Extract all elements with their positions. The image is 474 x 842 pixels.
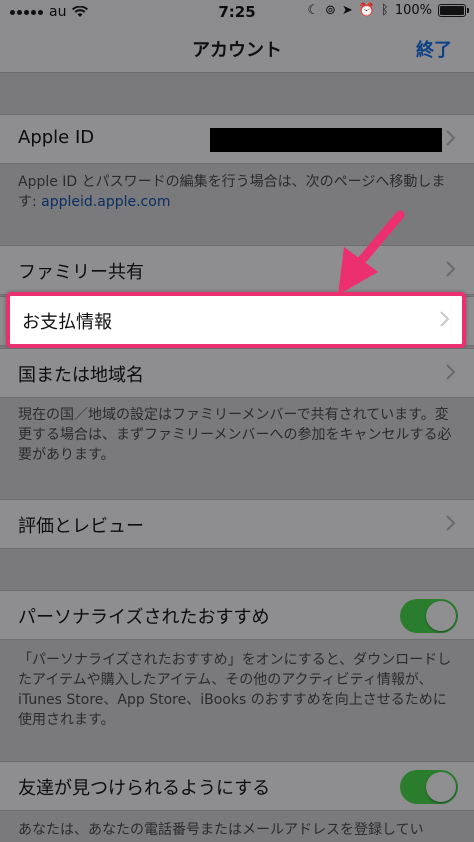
family-sharing-row[interactable]: ファミリー共有 <box>0 245 474 295</box>
navigation-bar: アカウント 終了 <box>0 24 474 73</box>
orientation-lock-icon: ⊚ <box>325 3 336 18</box>
country-footnote: 現在の国／地域の設定はファミリーメンバーで共有されています。変更する場合は、まず… <box>18 407 452 463</box>
ratings-reviews-label: 評価とレビュー <box>18 516 144 537</box>
discoverable-label: 友達が見つけられるようにする <box>18 778 271 799</box>
battery-percent: 100% <box>394 3 432 18</box>
chevron-right-icon <box>446 515 456 531</box>
country-region-row[interactable]: 国または地域名 <box>0 348 474 398</box>
status-bar: au 7:25 ☾ ⊚ ➤ ⏰ ᛒ 100% <box>0 0 474 24</box>
status-right: ☾ ⊚ ➤ ⏰ ᛒ 100% <box>307 3 469 18</box>
discoverable-row: 友達が見つけられるようにする <box>0 761 474 811</box>
personalized-recommendations-toggle[interactable] <box>400 599 458 633</box>
bluetooth-icon: ᛒ <box>381 3 389 18</box>
payment-info-row[interactable]: お支払情報 <box>6 292 466 348</box>
chevron-right-icon <box>446 130 456 146</box>
location-icon: ➤ <box>341 3 353 18</box>
page-title: アカウント <box>192 40 282 61</box>
payment-info-label: お支払情報 <box>22 312 112 333</box>
discoverable-footnote: あなたは、あなたの電話番号またはメールアドレスを登録してい <box>18 822 424 838</box>
personalized-recommendations-label: パーソナライズされたおすすめ <box>18 607 270 628</box>
chevron-right-icon <box>446 261 456 277</box>
appleid-link[interactable]: appleid.apple.com <box>41 194 170 210</box>
done-button[interactable]: 終了 <box>416 36 452 62</box>
moon-icon: ☾ <box>307 3 320 18</box>
chevron-right-icon <box>446 364 456 380</box>
alarm-icon: ⏰ <box>358 3 376 18</box>
apple-id-label: Apple ID <box>18 127 95 148</box>
country-region-label: 国または地域名 <box>18 365 144 386</box>
apple-id-footnote: Apple ID とパスワードの編集を行う場合は、次のページへ移動します: ap… <box>18 172 458 212</box>
personalized-recommendations-row: パーソナライズされたおすすめ <box>0 590 474 640</box>
battery-icon <box>438 4 469 17</box>
redacted-apple-id-value <box>210 128 442 152</box>
apple-id-row[interactable]: Apple ID <box>0 114 474 164</box>
ratings-reviews-row[interactable]: 評価とレビュー <box>0 499 474 549</box>
toggle-knob <box>426 772 456 802</box>
discoverable-toggle[interactable] <box>400 770 458 804</box>
chevron-right-icon <box>440 311 450 327</box>
personalized-footnote: 「パーソナライズされたおすすめ」をオンにすると、ダウンロードしたアイテムや購入し… <box>18 652 452 728</box>
family-sharing-label: ファミリー共有 <box>18 262 144 283</box>
toggle-knob <box>426 601 456 631</box>
